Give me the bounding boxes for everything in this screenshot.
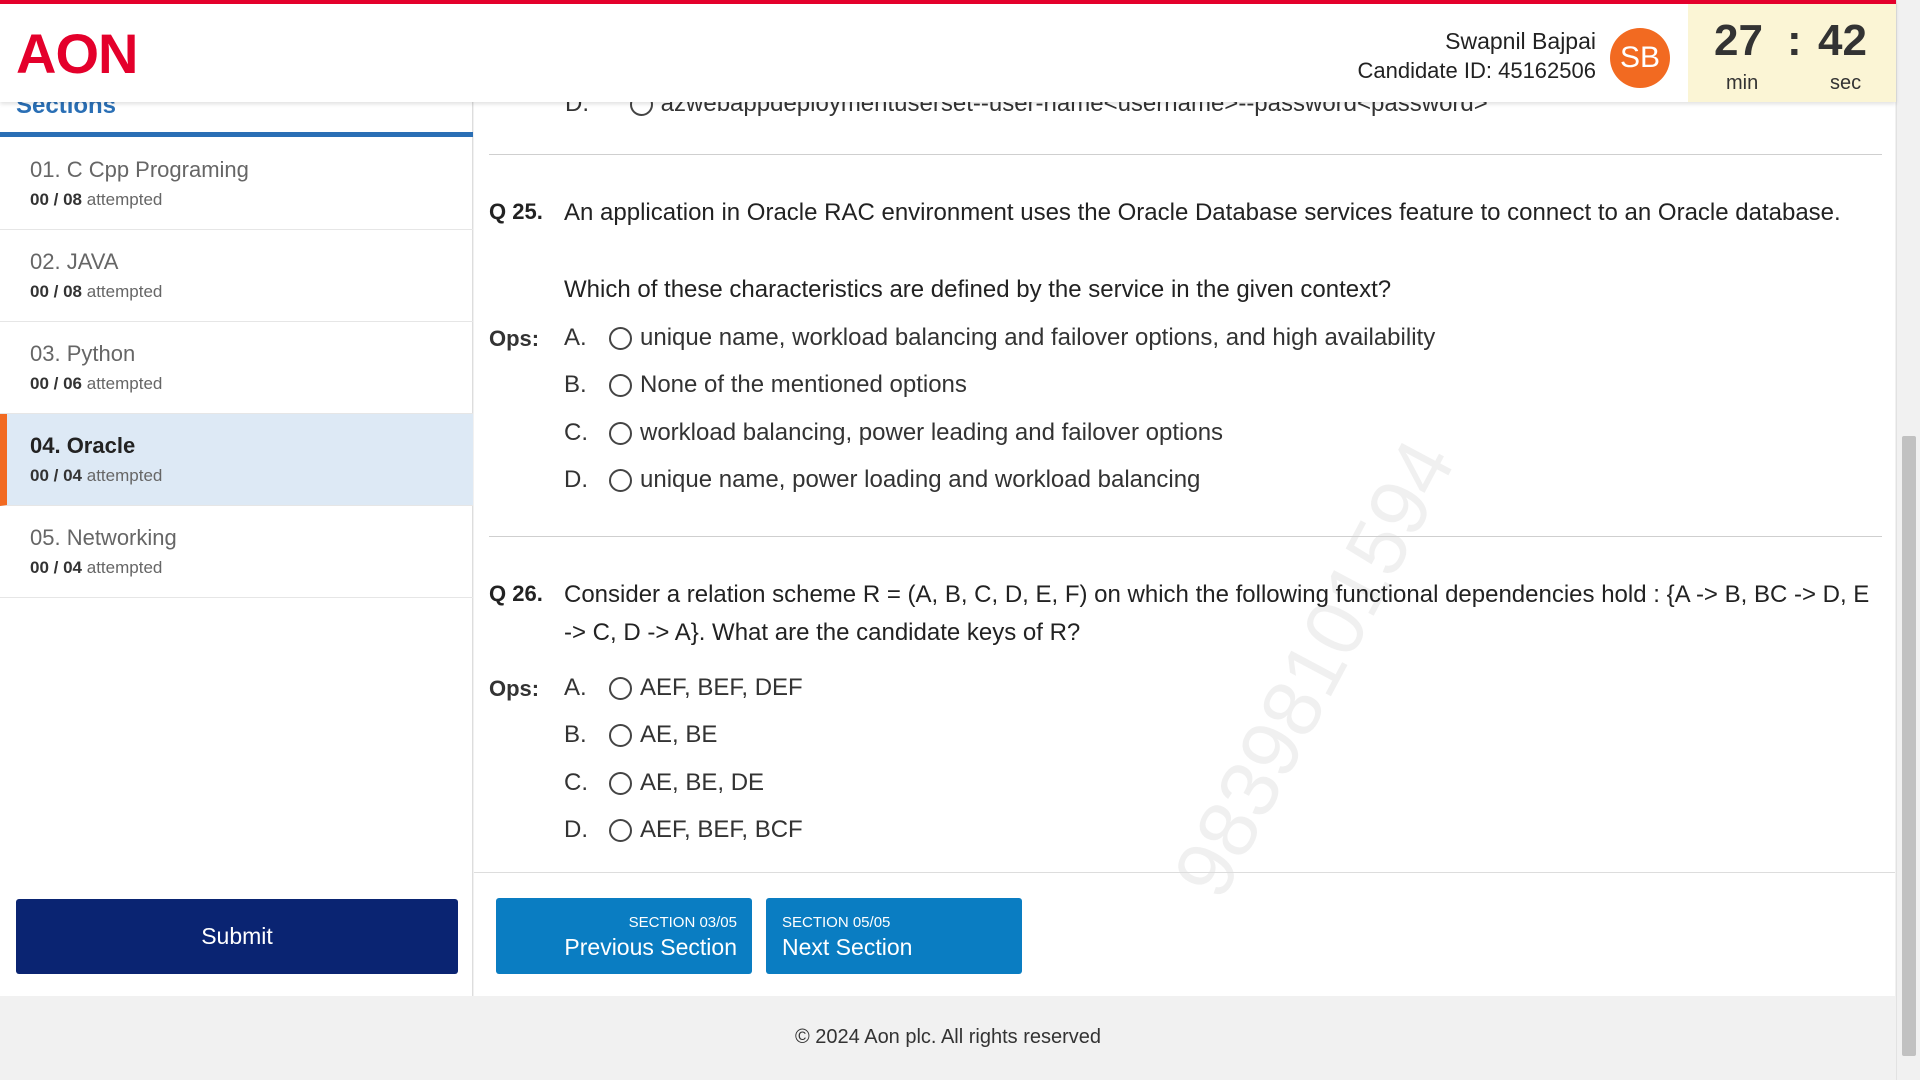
question-divider xyxy=(489,154,1882,155)
timer-seconds: 42 xyxy=(1818,16,1867,65)
prev-section-index: SECTION 03/05 xyxy=(628,914,737,931)
option-text: None of the mentioned options xyxy=(640,371,967,398)
question-text: An application in Oracle RAC environment… xyxy=(564,199,1841,226)
option-letter: D. xyxy=(564,816,588,843)
section-item-java[interactable]: 02. JAVA 00 / 08 attempted xyxy=(0,230,473,322)
copyright-text: © 2024 Aon plc. All rights reserved xyxy=(794,1026,1101,1048)
page-footer: © 2024 Aon plc. All rights reserved xyxy=(0,996,1896,1080)
submit-button[interactable]: Submit xyxy=(16,899,458,974)
candidate-id: Candidate ID: 45162506 xyxy=(1357,58,1596,83)
options-label: Ops: xyxy=(489,676,540,701)
section-name: 05. Networking xyxy=(30,525,177,550)
timer-sec-label: sec xyxy=(1830,72,1862,94)
previous-section-button[interactable]: SECTION 03/05 Previous Section xyxy=(496,898,752,974)
radio-circle-icon[interactable] xyxy=(609,468,632,492)
app-header: AON Swapnil Bajpai Candidate ID: 4516250… xyxy=(0,0,1896,102)
question-text: Consider a relation scheme R = (A, B, C,… xyxy=(564,581,1870,646)
option-letter: D. xyxy=(565,102,589,117)
radio-circle-icon[interactable] xyxy=(609,771,632,795)
option-text: workload balancing, power leading and fa… xyxy=(640,419,1224,446)
section-item-networking[interactable]: 05. Networking 00 / 04 attempted xyxy=(0,506,473,598)
radio-circle-icon[interactable] xyxy=(609,326,632,350)
option-text: unique name, power loading and workload … xyxy=(640,466,1201,493)
question-26: Q 26. Consider a relation scheme R = (A,… xyxy=(489,576,1882,843)
user-name: Swapnil Bajpai xyxy=(1445,28,1596,54)
countdown-timer: 27 : 42 min sec xyxy=(1688,4,1896,102)
option-c[interactable]: C. workload balancing, power leading and… xyxy=(564,413,1223,453)
radio-circle-icon[interactable] xyxy=(609,421,632,445)
section-attempted: 00 / 08 attempted xyxy=(30,282,163,301)
section-name: 02. JAVA xyxy=(30,249,119,274)
option-letter: B. xyxy=(564,721,587,748)
next-section-label: Next Section xyxy=(782,934,913,960)
section-list: 01. C Cpp Programing 00 / 08 attempted 0… xyxy=(0,138,473,598)
sections-sidebar: Sections 01. C Cpp Programing 00 / 08 at… xyxy=(0,92,473,996)
option-text: AE, BE xyxy=(640,721,718,748)
question-25: Q 25. An application in Oracle RAC envir… xyxy=(489,194,1882,493)
option-text: AEF, BEF, DEF xyxy=(640,674,803,701)
prev-section-label: Previous Section xyxy=(564,934,737,960)
section-attempted: 00 / 08 attempted xyxy=(30,190,163,209)
section-name: 03. Python xyxy=(30,341,136,366)
options-label: Ops: xyxy=(489,326,540,351)
user-info: Swapnil Bajpai Candidate ID: 45162506 xyxy=(1357,26,1596,86)
previous-question-option[interactable]: D. azwebappdeploymentuserset--user-name<… xyxy=(565,102,1488,118)
option-letter: A. xyxy=(564,324,587,351)
sections-underline xyxy=(0,132,473,137)
section-name: 04. Oracle xyxy=(30,433,136,458)
section-attempted: 00 / 04 attempted xyxy=(30,558,163,577)
radio-circle-icon[interactable] xyxy=(629,102,653,117)
radio-circle-icon[interactable] xyxy=(609,373,632,397)
option-d[interactable]: D. unique name, power loading and worklo… xyxy=(564,460,1200,500)
question-subtext: Which of these characteristics are defin… xyxy=(564,276,1392,303)
radio-circle-icon[interactable] xyxy=(609,676,632,700)
option-letter: A. xyxy=(564,674,587,701)
nav-divider xyxy=(474,872,1895,873)
option-b[interactable]: B. AE, BE xyxy=(564,715,717,755)
option-text: AE, BE, DE xyxy=(640,769,765,796)
option-text: unique name, workload balancing and fail… xyxy=(640,324,1436,351)
timer-min-label: min xyxy=(1726,72,1759,94)
section-name: 01. C Cpp Programing xyxy=(30,157,249,182)
option-a[interactable]: A. AEF, BEF, DEF xyxy=(564,668,803,708)
timer-separator: : xyxy=(1787,16,1802,65)
page-scrollbar[interactable] xyxy=(1896,0,1920,1080)
option-text: azwebappdeploymentuserset--user-name<use… xyxy=(660,102,1488,117)
option-b[interactable]: B. None of the mentioned options xyxy=(564,365,967,405)
scrollbar-thumb[interactable] xyxy=(1902,436,1916,1056)
question-divider xyxy=(489,536,1882,537)
section-attempted: 00 / 06 attempted xyxy=(30,374,163,393)
next-section-button[interactable]: SECTION 05/05 Next Section xyxy=(766,898,1022,974)
option-text: AEF, BEF, BCF xyxy=(640,816,803,843)
section-item-oracle[interactable]: 04. Oracle 00 / 04 attempted xyxy=(0,414,473,506)
section-attempted: 00 / 04 attempted xyxy=(30,466,163,485)
option-letter: D. xyxy=(564,466,588,493)
next-section-index: SECTION 05/05 xyxy=(782,914,891,931)
option-a[interactable]: A. unique name, workload balancing and f… xyxy=(564,318,1435,358)
candidate-watermark: 98398101594 xyxy=(1156,425,1473,912)
option-c[interactable]: C. AE, BE, DE xyxy=(564,763,764,803)
radio-circle-icon[interactable] xyxy=(609,723,632,747)
timer-minutes: 27 xyxy=(1714,16,1763,65)
section-item-python[interactable]: 03. Python 00 / 06 attempted xyxy=(0,322,473,414)
option-d[interactable]: D. AEF, BEF, BCF xyxy=(564,810,803,850)
question-number: Q 25. xyxy=(489,199,543,224)
radio-circle-icon[interactable] xyxy=(609,818,632,842)
avatar: SB xyxy=(1610,28,1670,88)
question-number: Q 26. xyxy=(489,581,543,606)
option-letter: B. xyxy=(564,371,587,398)
option-letter: C. xyxy=(564,419,588,446)
question-panel: D. azwebappdeploymentuserset--user-name<… xyxy=(474,102,1895,996)
section-item-c-cpp[interactable]: 01. C Cpp Programing 00 / 08 attempted xyxy=(0,138,473,230)
aon-logo: AON xyxy=(16,22,138,85)
option-letter: C. xyxy=(564,769,588,796)
